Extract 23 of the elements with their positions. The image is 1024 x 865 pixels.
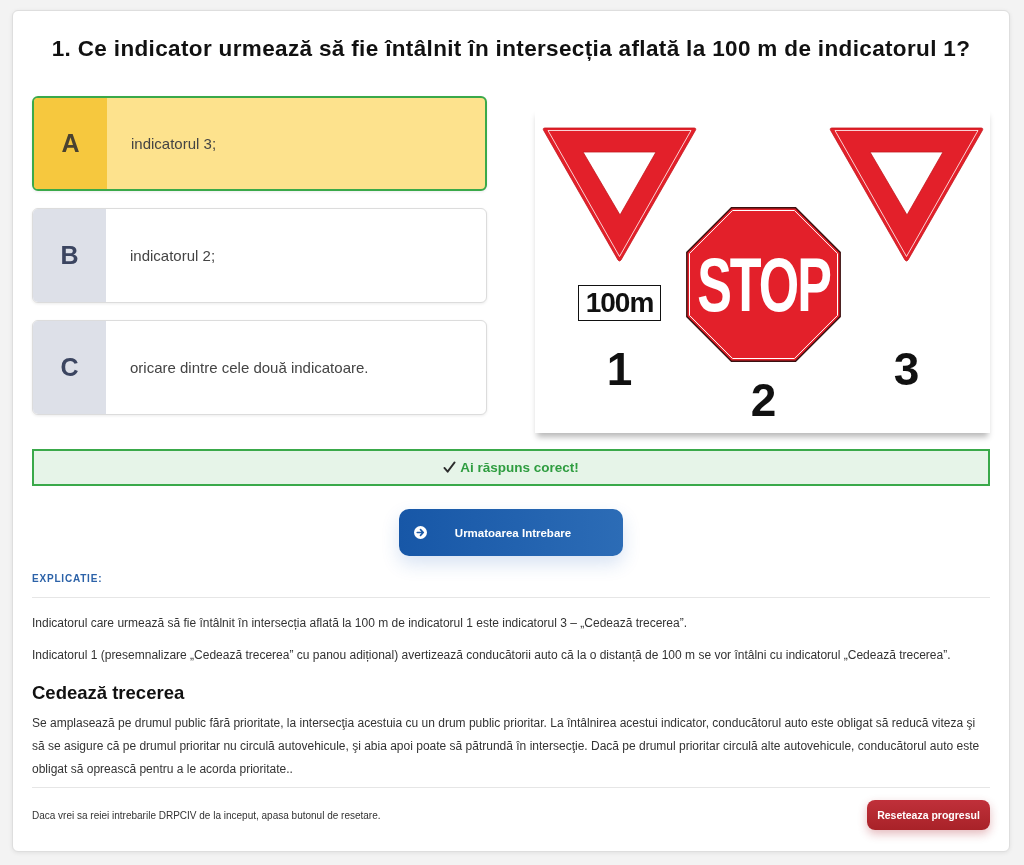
option-letter: B — [33, 209, 106, 302]
explanation-text: Indicatorul care urmează să fie întâlnit în intersecția aflată la 100 m de indicatorul 1 este indicatorul 3 – „Cedează trecerea”. — [32, 615, 689, 632]
answer-option[interactable]: A indicatorul 3; — [32, 96, 487, 191]
explanation-text: Indicatorul 1 (presemnalizare „Cedează trecerea” cu panou adițional) avertizează conducătorii auto că la o distanță de 100 m se vor întâlni cu indicatorul „Cedează trecerea”. — [32, 647, 952, 664]
stop-sign-text: STOP — [697, 255, 830, 314]
next-question-button[interactable]: Urmatoarea Intrebare — [399, 509, 623, 556]
arrow-circle-icon — [414, 526, 427, 539]
reset-note: Daca vrei sa reiei intrebarile DRPCIV de la inceput, apasa butonul de resetare. — [32, 809, 381, 821]
explanation-label: EXPLICATIE: — [32, 572, 104, 586]
check-icon — [443, 461, 457, 474]
option-letter: C — [33, 321, 106, 414]
option-letter: A — [34, 98, 107, 189]
answer-option[interactable]: C oricare dintre cele două indicatoare. — [32, 320, 487, 415]
sign-number: 3 — [893, 346, 920, 392]
sign-number: 2 — [750, 377, 777, 423]
question-title: 1. Ce indicator urmează să fie întâlnit în intersecția aflată la 100 m de indicatorul 1? — [50, 35, 972, 63]
section-heading: Cedează trecerea — [32, 681, 186, 705]
answer-option[interactable]: B indicatorul 2; — [32, 208, 487, 303]
distance-plate: 100m — [577, 285, 662, 321]
explanation-text: Se amplasează pe drumul public fără prioritate, la intersecţia acestuia cu un drum public prioritar. La întâlnirea acestui indicator, conducătorul auto este obligat să reducă viteza şi să se asigure că pe drumul prioritar nu circulă autovehicule, şi abia apoi poate să pătrundă în intersecţie. Dacă pe drumul prioritar circulă alte autovehicule, conducătorul auto este obligat să oprească pentru a le acorda prioritate.. — [32, 715, 981, 778]
result-message: Ai răspuns corect! — [460, 460, 579, 475]
sign-number: 1 — [606, 346, 633, 392]
reset-button[interactable]: Reseteaza progresul — [867, 800, 990, 830]
